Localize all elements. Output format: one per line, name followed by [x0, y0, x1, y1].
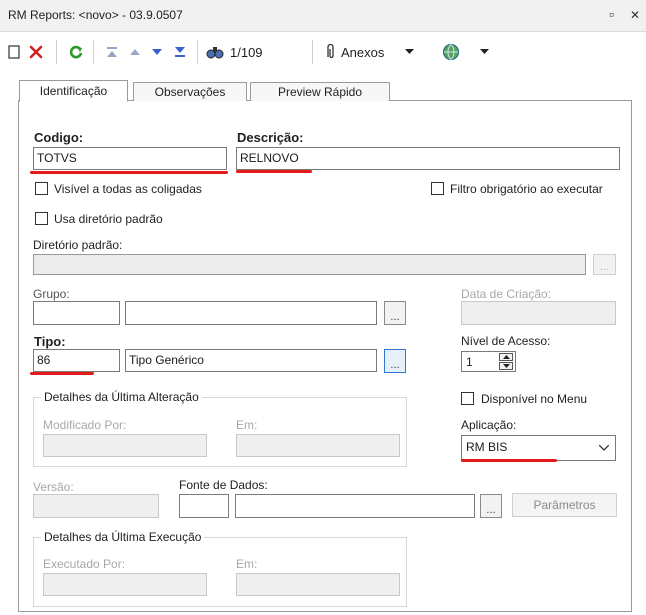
tipo-label: Tipo:: [34, 334, 66, 349]
delete-icon[interactable]: [26, 42, 46, 62]
toolbar: 1/109 Anexos: [0, 32, 646, 72]
grupo-code-field[interactable]: [33, 301, 120, 325]
execucao-em-field: [236, 573, 400, 596]
close-icon[interactable]: ✕: [630, 8, 640, 22]
tipo-lookup-button[interactable]: ...: [384, 349, 406, 373]
fonte-dados-description-field[interactable]: [235, 494, 475, 518]
alteracao-em-field: [236, 434, 400, 457]
usa-diretorio-checkbox[interactable]: [35, 212, 48, 225]
record-position: 1/109: [230, 44, 263, 60]
tab-preview-rapido[interactable]: Preview Rápido: [250, 82, 390, 101]
codigo-field[interactable]: TOTVS: [33, 147, 227, 170]
grupo-description-field[interactable]: [125, 301, 377, 325]
visivel-coligadas-label: Visível a todas as coligadas: [54, 182, 202, 196]
nivel-acesso-spinner[interactable]: 1: [461, 351, 516, 372]
spinner-up-button[interactable]: [499, 353, 513, 361]
tipo-description-field[interactable]: Tipo Genérico: [125, 349, 377, 372]
globe-dropdown-icon[interactable]: [478, 42, 490, 62]
versao-field: [33, 494, 159, 518]
window-title: RM Reports: <novo> - 03.9.0507: [8, 8, 183, 22]
attachments-button[interactable]: Anexos: [341, 42, 384, 62]
tab-observacoes[interactable]: Observações: [133, 82, 247, 101]
spinner-down-button[interactable]: [499, 362, 513, 370]
aplicacao-value: RM BIS: [466, 440, 508, 454]
fonte-dados-label: Fonte de Dados:: [179, 478, 268, 492]
previous-record-icon[interactable]: [126, 42, 144, 62]
disponivel-menu-checkbox[interactable]: [461, 392, 474, 405]
diretorio-browse-button: ...: [593, 254, 616, 275]
versao-label: Versão:: [33, 480, 74, 494]
filtro-obrigatorio-checkbox[interactable]: [431, 182, 444, 195]
filtro-obrigatorio-label: Filtro obrigatório ao executar: [450, 182, 603, 196]
first-record-icon[interactable]: [103, 42, 121, 62]
parametros-button: Parâmetros: [512, 493, 617, 517]
attachment-icon[interactable]: [320, 42, 340, 62]
modificado-por-label: Modificado Por:: [43, 418, 127, 432]
diretorio-padrao-field: [33, 254, 586, 275]
visivel-coligadas-checkbox[interactable]: [35, 182, 48, 195]
grupo-label: Grupo:: [33, 287, 70, 301]
descricao-label: Descrição:: [237, 130, 304, 145]
toolbar-separator: [312, 40, 313, 64]
tipo-code-field[interactable]: 86: [33, 349, 120, 372]
execucao-em-label: Em:: [236, 557, 258, 571]
aplicacao-label: Aplicação:: [461, 418, 517, 432]
toolbar-separator: [56, 40, 57, 64]
disponivel-menu-label: Disponível no Menu: [481, 392, 588, 406]
descricao-highlight: [236, 170, 312, 173]
codigo-highlight: [30, 171, 228, 174]
descricao-field[interactable]: RELNOVO: [236, 147, 620, 170]
window-titlebar: RM Reports: <novo> - 03.9.0507 ▫ ✕: [0, 0, 646, 32]
aplicacao-select[interactable]: RM BIS: [461, 435, 616, 461]
aplicacao-highlight: [461, 459, 557, 462]
codigo-label: Codigo:: [34, 130, 84, 145]
chevron-down-icon: [599, 445, 609, 451]
modificado-por-field: [43, 434, 207, 457]
fonte-dados-code-field[interactable]: [179, 494, 229, 518]
refresh-icon[interactable]: [66, 42, 86, 62]
toolbar-separator: [93, 40, 94, 64]
usa-diretorio-label: Usa diretório padrão: [54, 212, 163, 226]
new-icon[interactable]: [6, 42, 22, 62]
next-record-icon[interactable]: [148, 42, 166, 62]
tab-identificacao[interactable]: Identificação: [19, 80, 128, 102]
ultima-execucao-title: Detalhes da Última Execução: [41, 530, 205, 544]
alteracao-em-label: Em:: [236, 418, 258, 432]
toolbar-separator: [197, 40, 198, 64]
data-criacao-label: Data de Criação:: [461, 287, 552, 301]
restore-icon[interactable]: ▫: [609, 6, 614, 22]
executado-por-field: [43, 573, 207, 596]
grupo-lookup-button[interactable]: ...: [384, 301, 406, 325]
diretorio-padrao-label: Diretório padrão:: [33, 238, 123, 252]
last-record-icon[interactable]: [171, 42, 189, 62]
data-criacao-field: [461, 301, 616, 325]
fonte-dados-lookup-button[interactable]: ...: [480, 494, 502, 518]
tipo-highlight: [30, 372, 94, 375]
globe-icon[interactable]: [440, 42, 462, 62]
attachments-dropdown-icon[interactable]: [403, 42, 415, 62]
executado-por-label: Executado Por:: [43, 557, 126, 571]
nivel-acesso-value: 1: [466, 355, 473, 369]
ultima-execucao-group: [33, 537, 407, 607]
nivel-acesso-label: Nível de Acesso:: [461, 334, 551, 348]
ultima-alteracao-title: Detalhes da Última Alteração: [41, 390, 202, 404]
search-icon[interactable]: [204, 42, 226, 62]
